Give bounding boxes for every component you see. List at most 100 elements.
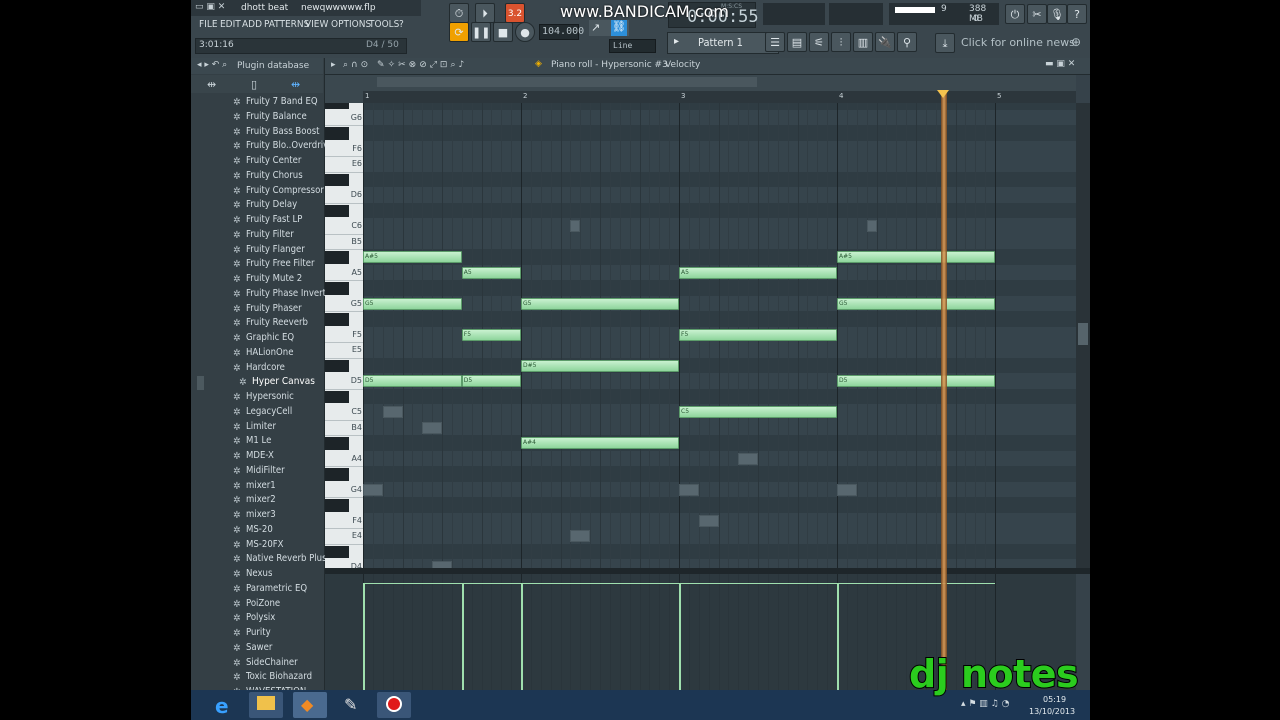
pr-menu-icon[interactable]: ▸ [331,60,336,70]
online-news-link[interactable]: Click for online news [961,36,1075,49]
plugin-item[interactable]: ✲ mixer2 [191,494,323,509]
note[interactable]: A#4 [521,437,679,449]
plugin-item[interactable]: ✲ Fruity Fast LP [191,214,323,229]
black-key[interactable] [325,499,349,512]
plugin-item[interactable]: ✲ Fruity Compressor [191,185,324,200]
timeline-ruler[interactable]: 1 2 3 4 5 [363,91,1076,103]
velocity-stem[interactable] [679,583,681,698]
plugin-item[interactable]: ✲ Fruity Blo..Overdrive [191,140,333,155]
pr-hscroll-thumb[interactable] [377,77,757,87]
stop-button[interactable]: ■ [493,22,513,42]
pause-button[interactable]: ❚❚ [471,22,491,42]
plugin-item[interactable]: ✲ SideChainer [191,657,323,672]
black-key[interactable] [325,127,349,140]
pr-vscroll[interactable] [1076,103,1090,568]
velocity-stem[interactable] [837,583,839,698]
plugin-item[interactable]: ✲ PoiZone [191,598,323,613]
black-key[interactable] [325,173,349,186]
pianoroll-icon[interactable]: ▤ [787,32,807,52]
menu-options[interactable]: OPTIONS [331,19,371,30]
menu-tools[interactable]: TOOLS [369,19,399,30]
plugin-item[interactable]: ✲ M1 Le [191,435,323,450]
note[interactable]: G5 [521,297,679,310]
playlist-icon[interactable]: ☰ [765,32,785,52]
plugin-item[interactable]: ✲ Fruity Center [191,155,323,170]
browser-nav-icon[interactable]: ◂ ▸ ↶ ⌕ [197,60,227,70]
pin-icon[interactable]: ⇹ [291,78,300,91]
pr-window-controls-icon[interactable]: ▬ ▣ ✕ [1045,59,1075,69]
plugin-item[interactable]: ✲ Polysix [191,612,323,627]
metronome-icon[interactable]: ⏱ [449,3,469,23]
playhead-marker[interactable] [941,90,947,690]
plugin-item[interactable]: ✲ HALionOne [191,347,323,362]
plugin-item[interactable]: ✲ MDE-X [191,450,323,465]
plugin-item[interactable]: ✲ Fruity Balance [191,111,323,126]
plugin-item[interactable]: ✲ Fruity Phaser [191,303,323,318]
black-key[interactable] [325,468,349,481]
pr-target[interactable]: Velocity [665,60,700,70]
note[interactable]: G5 [363,297,462,310]
plugin-item[interactable]: ✲ Fruity Bass Boost [191,126,323,141]
wait-icon[interactable]: ⏵ [475,3,495,23]
tempo-tap-icon[interactable]: ⚲ [897,32,917,52]
note[interactable]: G5 [837,297,995,310]
pr-target-icon[interactable]: ◈ [535,59,542,69]
pr-tools-icon[interactable]: ⌕∩⊙ ✎✧✂⊗⊘⤢⊡⌕♪ [343,60,467,70]
plugin-item[interactable]: ✲ MS-20 [191,524,323,539]
velocity-stem[interactable] [461,583,464,698]
paint-icon[interactable]: ✎ [335,692,369,718]
piano-keyboard[interactable]: G6 F6 E6 D6 C6 B5 A5 G5 F5 E5 D5 C5 B4 A4 G4 F4 E4 D4 [325,103,363,568]
menu-view[interactable]: VIEW [305,19,328,30]
note[interactable]: D5 [461,375,521,387]
mic-icon[interactable]: 🎙 [1047,4,1067,24]
plugin-item[interactable]: ✲ Graphic EQ [191,332,323,347]
plugin-item[interactable]: ✲ Fruity Free Filter [191,258,323,273]
plugin-item[interactable]: ✲ MS-20FX [191,539,323,554]
fl-studio-task-icon[interactable]: ◆ [293,692,327,718]
bandicam-task-icon[interactable] [377,692,411,718]
reset-icon[interactable]: ⏻ [1005,4,1025,24]
plugin-item[interactable]: ✲ Limiter [191,421,323,436]
tempo-display[interactable]: 104.000 [539,24,584,40]
plugin-item[interactable]: ✲ MidiFilter [191,465,323,480]
plugin-item[interactable]: ✲ Sawer [191,642,323,657]
help-icon[interactable]: ? [1067,4,1087,24]
file-icon[interactable]: ▯ [251,78,257,91]
black-key[interactable] [325,437,349,450]
channel-icon[interactable]: ⚟ [809,32,829,52]
note[interactable]: A#5 [837,251,995,263]
black-key[interactable] [325,282,349,295]
song-mode-badge[interactable]: 3.2 [505,3,525,23]
tray-icons[interactable]: ▴ ⚑ ▥ ♫ ◔ [961,699,1009,709]
pr-vscroll-thumb[interactable] [1078,323,1088,345]
download-icon[interactable]: ⤓ [935,33,955,53]
browser-scroll-handle[interactable] [197,376,204,390]
plugin-item[interactable]: ✲ Purity [191,627,323,642]
loop-icon[interactable]: ⟳ [449,22,469,42]
explorer-icon[interactable] [249,692,283,718]
plugin-item[interactable]: ✲ Fruity Chorus [191,170,323,185]
black-key[interactable] [325,103,349,109]
note[interactable]: D5 [363,375,462,387]
plugin-item[interactable]: ✲ Hypersonic [191,391,323,406]
plugin-item[interactable]: ✲ Fruity Reeverb [191,317,323,332]
black-key[interactable] [325,545,349,558]
note[interactable]: F5 [679,328,837,341]
plugin-item[interactable]: ✲ Fruity Mute 2 [191,273,323,288]
note[interactable]: A5 [461,266,521,279]
ie-icon[interactable]: e [207,692,241,718]
note[interactable]: D#5 [521,359,679,372]
plugin-item[interactable]: ✲ Hyper Canvas [191,376,323,391]
record-button[interactable]: ● [515,22,535,42]
note[interactable]: F5 [461,328,521,341]
note[interactable]: A5 [679,266,837,279]
pr-hscroll[interactable] [363,75,1076,91]
note[interactable]: C5 [679,406,837,418]
black-key[interactable] [325,251,349,264]
black-key[interactable] [325,390,349,403]
window-controls-icon[interactable]: ▭ ▣ ✕ [195,2,225,12]
plugin-item[interactable]: ✲ Fruity 7 Band EQ [191,96,323,111]
plugin-item[interactable]: ✲ mixer1 [191,480,323,495]
plugin-item[interactable]: ✲ LegacyCell [191,406,323,421]
velocity-stem[interactable] [521,583,523,698]
